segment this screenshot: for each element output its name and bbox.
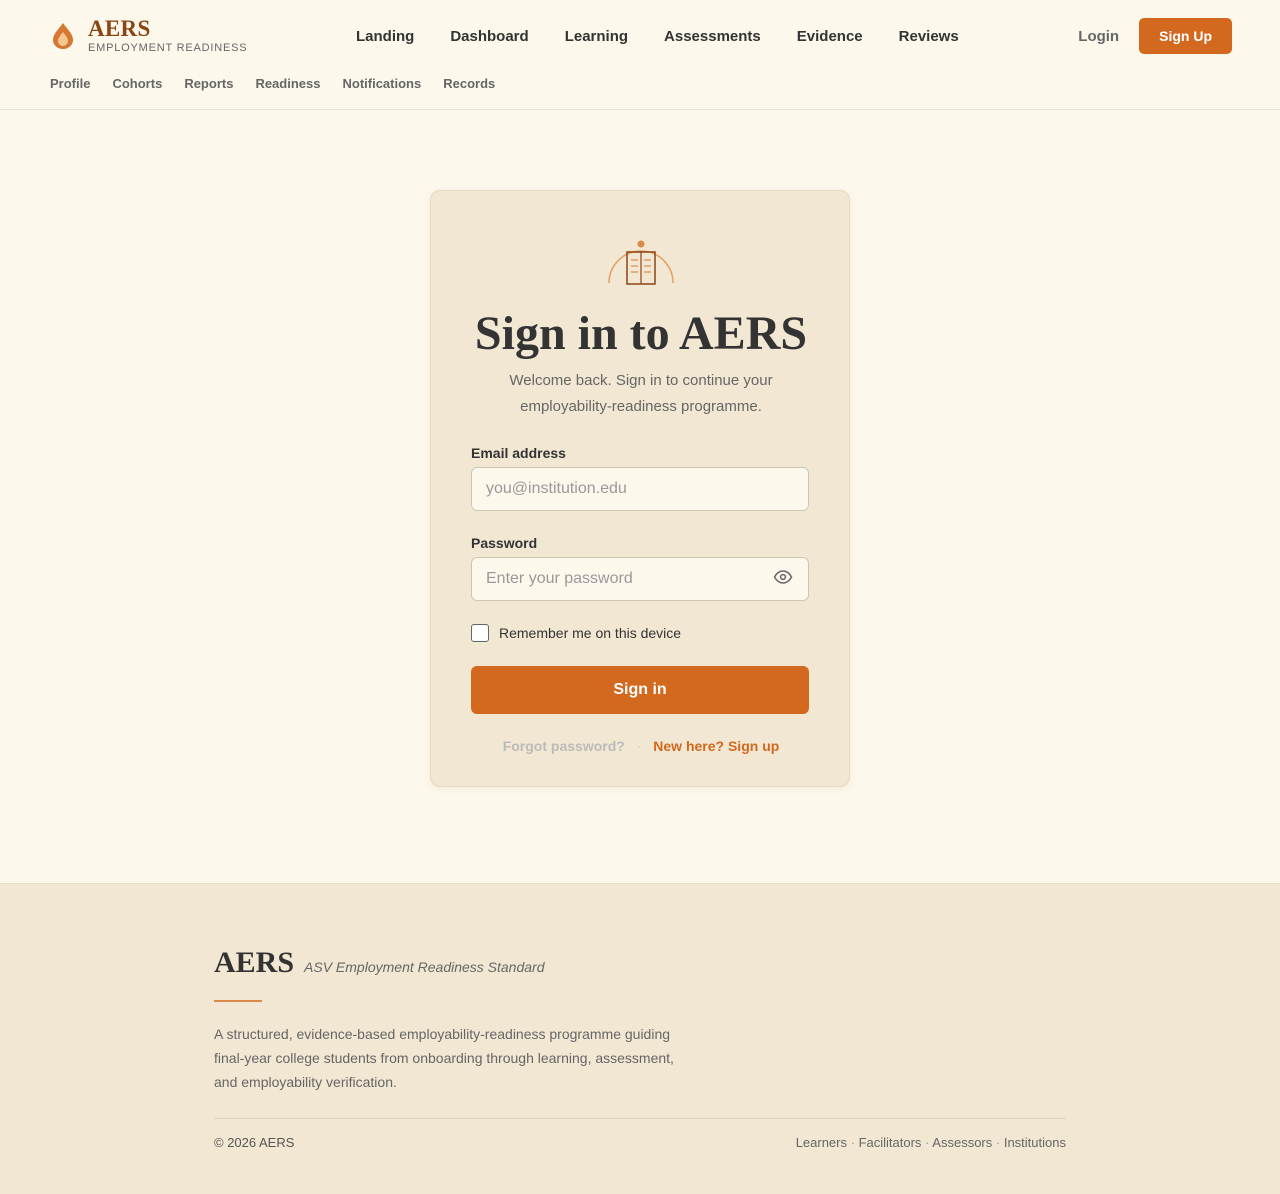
signup-link[interactable]: New here? Sign up <box>653 738 779 754</box>
footer-divider <box>214 1118 1066 1119</box>
login-link[interactable]: Login <box>1078 28 1119 45</box>
footer-tagline: ASV Employment Readiness Standard <box>304 959 545 975</box>
link-separator: · <box>636 738 642 754</box>
subnav-item-readiness[interactable]: Readiness <box>255 76 320 91</box>
subnav-item-cohorts[interactable]: Cohorts <box>112 76 162 91</box>
book-arch-icon <box>606 238 676 286</box>
sub-nav: Profile Cohorts Reports Readiness Notifi… <box>50 76 517 91</box>
card-links: Forgot password? · New here? Sign up <box>431 738 851 754</box>
nav-item-dashboard[interactable]: Dashboard <box>432 27 546 47</box>
site-header: AERS EMPLOYMENT READINESS Landing Dashbo… <box>0 0 1280 110</box>
brand-name: AERS <box>88 16 151 41</box>
subnav-item-profile[interactable]: Profile <box>50 76 90 91</box>
page-subtitle: Welcome back. Sign in to continue your e… <box>509 372 773 415</box>
email-label: Email address <box>471 445 566 461</box>
password-label: Password <box>471 535 538 551</box>
forgot-password-link[interactable]: Forgot password? <box>503 738 625 754</box>
footer-link-assessors[interactable]: Assessors <box>932 1135 992 1150</box>
footer-link-facilitators[interactable]: Facilitators <box>859 1135 922 1150</box>
brand[interactable]: AERS EMPLOYMENT READINESS <box>50 16 247 55</box>
footer-brand: AERS ASV Employment Readiness Standard <box>214 946 545 980</box>
footer-description: A structured, evidence-based employabili… <box>214 1026 674 1090</box>
subnav-item-reports[interactable]: Reports <box>184 76 233 91</box>
flame-drop-icon <box>50 21 76 51</box>
email-field[interactable] <box>471 467 809 511</box>
signin-card: Sign in to AERS Welcome back. Sign in to… <box>430 190 850 787</box>
brand-subtitle: EMPLOYMENT READINESS <box>88 42 248 54</box>
footer-link-learners[interactable]: Learners <box>796 1135 847 1150</box>
auth-actions: Login Sign Up <box>1078 18 1232 54</box>
eye-icon[interactable] <box>773 569 793 585</box>
footer-brand-name: AERS <box>214 946 295 979</box>
remember-label: Remember me on this device <box>499 625 682 641</box>
page-title: Sign in to AERS <box>474 307 808 360</box>
signup-button[interactable]: Sign Up <box>1139 18 1232 54</box>
copyright: © 2026 AERS <box>214 1135 295 1150</box>
remember-me: Remember me on this device <box>471 624 681 642</box>
signin-button[interactable]: Sign in <box>471 666 809 714</box>
nav-item-landing[interactable]: Landing <box>338 27 432 47</box>
footer-link-institutions[interactable]: Institutions <box>1004 1135 1066 1150</box>
nav-item-reviews[interactable]: Reviews <box>881 27 977 47</box>
main-nav: Landing Dashboard Learning Assessments E… <box>338 27 977 47</box>
nav-item-assessments[interactable]: Assessments <box>646 27 779 47</box>
password-field[interactable] <box>471 557 809 601</box>
footer-accent-rule <box>214 1000 262 1002</box>
subnav-item-notifications[interactable]: Notifications <box>342 76 421 91</box>
subnav-item-records[interactable]: Records <box>443 76 495 91</box>
footer-links: Learners · Facilitators · Assessors · In… <box>795 1135 1066 1150</box>
nav-item-evidence[interactable]: Evidence <box>779 27 881 47</box>
remember-checkbox[interactable] <box>471 624 489 642</box>
nav-item-learning[interactable]: Learning <box>547 27 646 47</box>
site-footer: AERS ASV Employment Readiness Standard A… <box>0 883 1280 1194</box>
